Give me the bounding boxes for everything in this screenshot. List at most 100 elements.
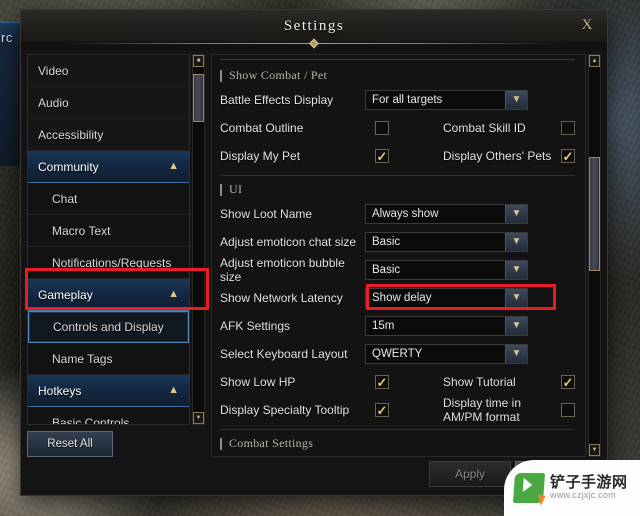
sidebar-nav-list: Video Audio Accessibility Community ▲ Chat Mac… bbox=[27, 54, 190, 425]
background-fragment-text: rc bbox=[1, 30, 13, 45]
dropdown-value: Show delay bbox=[372, 292, 432, 304]
scroll-up-icon[interactable]: ■ bbox=[193, 55, 204, 67]
setting-label: Show Network Latency bbox=[220, 291, 343, 305]
sidebar-item-accessibility[interactable]: Accessibility bbox=[28, 119, 189, 151]
close-icon[interactable]: X bbox=[577, 15, 597, 35]
setting-row: Display My Pet ✓ Display Others' Pets ✓ bbox=[220, 142, 575, 170]
chevron-down-icon[interactable]: ▼ bbox=[505, 261, 527, 279]
dropdown-value: QWERTY bbox=[372, 348, 423, 360]
chevron-down-icon[interactable]: ▼ bbox=[505, 91, 527, 109]
setting-label: Show Low HP bbox=[220, 375, 296, 389]
sidebar-item-label: Video bbox=[38, 63, 69, 78]
chevron-down-icon[interactable]: ▼ bbox=[505, 345, 527, 363]
section-title: UI bbox=[229, 182, 243, 196]
sidebar-item-hotkeys[interactable]: Hotkeys ▲ bbox=[28, 375, 189, 407]
site-watermark: 铲子手游网 www.czjxjc.com bbox=[504, 460, 640, 516]
dropdown-value: Basic bbox=[372, 264, 401, 276]
setting-row: Combat Outline ✓ Combat Skill ID ✓ bbox=[220, 114, 575, 142]
setting-label: Show Tutorial bbox=[443, 375, 516, 389]
sidebar-item-label: Controls and Display bbox=[53, 320, 164, 334]
dropdown-value: Basic bbox=[372, 236, 401, 248]
dropdown-show-network-latency[interactable]: Show delay ▼ bbox=[365, 288, 528, 308]
sidebar-item-audio[interactable]: Audio bbox=[28, 87, 189, 119]
sidebar-item-basic-controls[interactable]: Basic Controls bbox=[28, 407, 189, 425]
setting-label: Adjust emoticon chat size bbox=[220, 235, 357, 249]
content-scroll-area: Show Combat / Pet Battle Effects Display F… bbox=[211, 54, 601, 457]
setting-label: Adjust emoticon bubble size bbox=[220, 256, 345, 284]
watermark-title: 铲子手游网 bbox=[550, 473, 628, 491]
sidebar-item-gameplay[interactable]: Gameplay ▲ bbox=[28, 279, 189, 311]
scroll-down-icon[interactable]: ▼ bbox=[193, 412, 204, 424]
checkbox-display-my-pet[interactable]: ✓ bbox=[375, 149, 389, 163]
settings-sections: Show Combat / Pet Battle Effects Display F… bbox=[220, 65, 575, 454]
content-scroll-thumb[interactable] bbox=[589, 157, 600, 271]
setting-label: Combat Skill ID bbox=[443, 121, 526, 135]
title-divider bbox=[21, 38, 607, 50]
check-icon: ✓ bbox=[376, 148, 388, 164]
checkbox-show-low-hp[interactable]: ✓ bbox=[375, 375, 389, 389]
checkbox-display-specialty-tooltip[interactable]: ✓ bbox=[375, 403, 389, 417]
sidebar-item-controls-and-display[interactable]: Controls and Display bbox=[28, 311, 189, 343]
checkbox-combat-skill-id[interactable]: ✓ bbox=[561, 121, 575, 135]
checkbox-display-others-pets[interactable]: ✓ bbox=[561, 149, 575, 163]
dropdown-afk-settings[interactable]: 15m ▼ bbox=[365, 316, 528, 336]
content-scrollbar[interactable]: ▲ ▼ bbox=[588, 54, 601, 457]
section-divider bbox=[220, 175, 575, 176]
sidebar-item-video[interactable]: Video bbox=[28, 55, 189, 87]
chevron-down-icon[interactable]: ▼ bbox=[505, 289, 527, 307]
dropdown-adjust-emoticon-bubble-size[interactable]: Basic ▼ bbox=[365, 260, 528, 280]
section-header: UI bbox=[220, 179, 575, 200]
dropdown-adjust-emoticon-chat-size[interactable]: Basic ▼ bbox=[365, 232, 528, 252]
sidebar-scroll-thumb[interactable] bbox=[193, 73, 204, 123]
checkbox-show-tutorial[interactable]: ✓ bbox=[561, 375, 575, 389]
sidebar-item-label: Audio bbox=[38, 95, 69, 110]
check-icon: ✓ bbox=[562, 148, 574, 164]
checkbox-display-time-in-am-pm-format[interactable]: ✓ bbox=[561, 403, 575, 417]
dropdown-select-keyboard-layout[interactable]: QWERTY ▼ bbox=[365, 344, 528, 364]
checkbox-combat-outline[interactable]: ✓ bbox=[375, 121, 389, 135]
chevron-up-icon[interactable]: ▲ bbox=[168, 161, 179, 172]
content-area: Show Combat / Pet Battle Effects Display F… bbox=[211, 54, 601, 457]
setting-row: Show Loot Name Always show ▼ bbox=[220, 200, 575, 228]
dropdown-value: Always show bbox=[372, 208, 439, 220]
sidebar-scroll-track[interactable] bbox=[193, 67, 204, 412]
sidebar-scrollbar[interactable]: ■ ▼ bbox=[192, 54, 205, 425]
dropdown-value: For all targets bbox=[372, 94, 443, 106]
setting-label: Combat Outline bbox=[220, 121, 304, 135]
sidebar-item-label: Gameplay bbox=[38, 287, 93, 302]
dropdown-show-loot-name[interactable]: Always show ▼ bbox=[365, 204, 528, 224]
setting-row: Show Low HP ✓ Show Tutorial ✓ bbox=[220, 368, 575, 396]
scroll-up-icon[interactable]: ▲ bbox=[589, 55, 600, 67]
sidebar-item-label: Basic Controls bbox=[52, 415, 130, 425]
sidebar-item-notifications-requests[interactable]: Notifications/Requests bbox=[28, 247, 189, 279]
scroll-down-icon[interactable]: ▼ bbox=[589, 444, 600, 456]
sidebar-item-macro-text[interactable]: Macro Text bbox=[28, 215, 189, 247]
section-title: Combat Settings bbox=[229, 436, 314, 450]
sidebar-item-label: Macro Text bbox=[52, 223, 111, 238]
sidebar-item-label: Name Tags bbox=[52, 351, 113, 366]
setting-row: Show Network Latency Show delay ▼ bbox=[220, 284, 575, 312]
chevron-down-icon[interactable]: ▼ bbox=[505, 317, 527, 335]
setting-label: Select Keyboard Layout bbox=[220, 347, 348, 361]
setting-label: AFK Settings bbox=[220, 319, 291, 333]
cursor-icon bbox=[537, 492, 548, 506]
section-accent-bar bbox=[220, 69, 222, 82]
setting-label: Display Specialty Tooltip bbox=[220, 403, 350, 417]
chevron-up-icon[interactable]: ▲ bbox=[168, 385, 179, 396]
sidebar-item-label: Chat bbox=[52, 191, 78, 206]
sidebar-item-community[interactable]: Community ▲ bbox=[28, 151, 189, 183]
content-top-rule bbox=[220, 59, 575, 60]
chevron-up-icon[interactable]: ▲ bbox=[168, 289, 179, 300]
chevron-down-icon[interactable]: ▼ bbox=[505, 233, 527, 251]
sidebar-item-chat[interactable]: Chat bbox=[28, 183, 189, 215]
setting-label: Display My Pet bbox=[220, 149, 301, 163]
sidebar-item-name-tags[interactable]: Name Tags bbox=[28, 343, 189, 375]
apply-button[interactable]: Apply bbox=[429, 461, 511, 487]
content-scroll-track[interactable] bbox=[589, 67, 600, 444]
dropdown-battle-effects-display[interactable]: For all targets ▼ bbox=[365, 90, 528, 110]
chevron-down-icon[interactable]: ▼ bbox=[505, 205, 527, 223]
reset-all-button[interactable]: Reset All bbox=[27, 431, 113, 457]
sidebar: Video Audio Accessibility Community ▲ Chat Mac… bbox=[27, 54, 205, 457]
page-title: Settings bbox=[283, 17, 345, 34]
section-header: Show Combat / Pet bbox=[220, 65, 575, 86]
